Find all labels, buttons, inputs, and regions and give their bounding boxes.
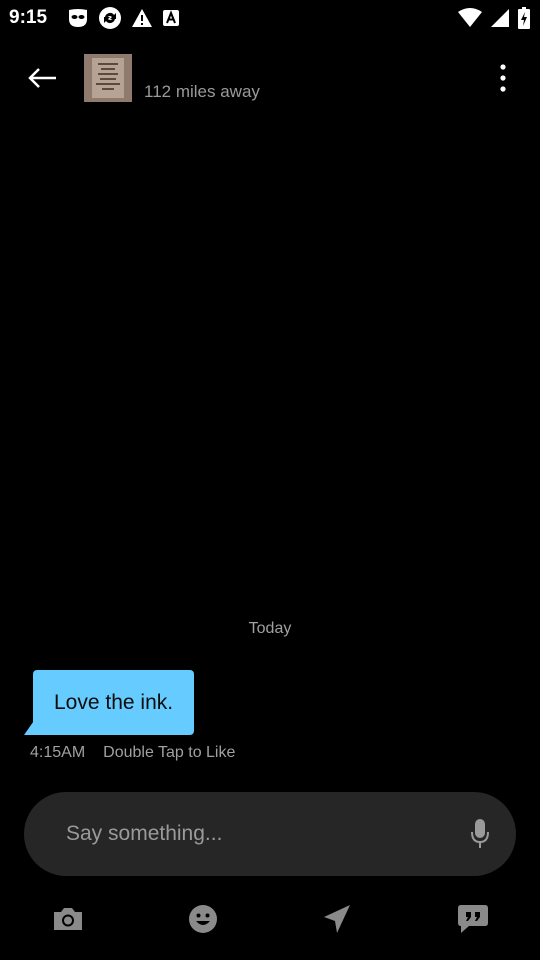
mask-app-icon bbox=[67, 8, 89, 28]
status-time: 9:15 bbox=[9, 7, 48, 28]
font-app-icon bbox=[162, 9, 180, 27]
message-input[interactable] bbox=[66, 792, 446, 876]
quick-phrases-button[interactable] bbox=[452, 898, 494, 940]
camera-icon bbox=[54, 908, 82, 930]
distance-label: 112 miles away bbox=[144, 82, 260, 101]
emoji-icon bbox=[189, 905, 217, 933]
status-notification-icons bbox=[67, 6, 180, 30]
message-time: 4:15AM bbox=[30, 744, 86, 761]
message-item: Love the ink. bbox=[24, 670, 195, 735]
back-button[interactable] bbox=[22, 60, 62, 96]
warning-icon bbox=[131, 8, 153, 28]
more-vertical-icon bbox=[500, 64, 506, 92]
emoji-button[interactable] bbox=[182, 898, 224, 940]
date-divider: Today bbox=[248, 620, 292, 637]
status-bar: 9:15 bbox=[0, 0, 540, 36]
battery-icon bbox=[518, 7, 530, 29]
chat-toolbar bbox=[0, 898, 540, 940]
avatar-text-art bbox=[94, 60, 122, 93]
signal-icon bbox=[490, 8, 510, 28]
camera-button[interactable] bbox=[47, 898, 89, 940]
overflow-menu-button[interactable] bbox=[488, 60, 518, 96]
quick-phrases-icon bbox=[458, 905, 488, 933]
location-button[interactable] bbox=[316, 898, 358, 940]
wifi-icon bbox=[458, 8, 482, 28]
double-tap-hint: Double Tap to Like bbox=[103, 744, 236, 761]
location-icon bbox=[324, 905, 350, 933]
voice-message-button[interactable] bbox=[468, 816, 492, 852]
sync-icon bbox=[98, 6, 122, 30]
profile-avatar[interactable] bbox=[84, 54, 132, 102]
microphone-icon bbox=[471, 819, 489, 848]
arrow-back-icon bbox=[28, 68, 56, 88]
status-system-icons bbox=[458, 6, 530, 30]
message-composer bbox=[24, 792, 516, 876]
message-bubble[interactable]: Love the ink. bbox=[33, 670, 195, 735]
chat-header: 112 miles away bbox=[0, 48, 540, 108]
message-meta: 4:15AM Double Tap to Like bbox=[30, 744, 235, 762]
